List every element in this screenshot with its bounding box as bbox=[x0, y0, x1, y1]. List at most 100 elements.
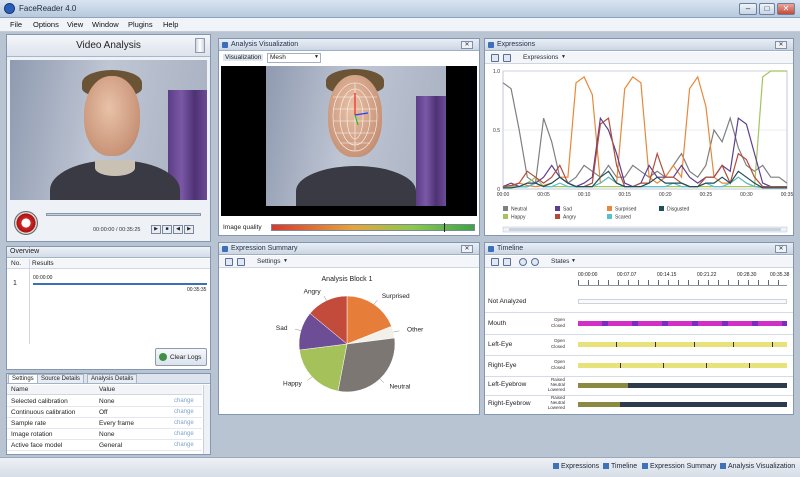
panel-close-icon[interactable]: ✕ bbox=[461, 41, 473, 49]
legend-label: Sad bbox=[563, 207, 572, 213]
setting-name: Image rotation bbox=[11, 431, 53, 438]
menu-help[interactable]: Help bbox=[163, 20, 178, 29]
column-divider bbox=[29, 259, 30, 344]
tab-settings[interactable]: Settings bbox=[8, 374, 38, 383]
x-tick-label: 00:20 bbox=[659, 192, 672, 198]
row-result-bar bbox=[33, 283, 207, 285]
legend-label: Disgusted bbox=[667, 207, 689, 213]
curtain bbox=[416, 96, 446, 206]
settings-dropdown[interactable]: Settings bbox=[257, 258, 281, 265]
status-bar: Expressions Timeline Expression Summary … bbox=[0, 457, 800, 477]
panel-close-icon[interactable]: ✕ bbox=[461, 245, 473, 253]
status-analysis-visualization[interactable]: Analysis Visualization bbox=[720, 463, 795, 470]
change-link[interactable]: change bbox=[174, 431, 194, 437]
track-left-eye bbox=[578, 342, 787, 347]
time-current: 00:00:00 bbox=[93, 227, 115, 233]
timeline-row-left-eye: Left-Eye Open Closed bbox=[485, 335, 793, 355]
maximize-button[interactable]: □ bbox=[759, 3, 775, 15]
export-icon[interactable] bbox=[503, 54, 511, 62]
zoom-out-icon[interactable] bbox=[531, 258, 539, 266]
menu-view[interactable]: View bbox=[67, 20, 83, 29]
seek-slider[interactable] bbox=[46, 213, 201, 216]
settings-panel: Settings Source Details Analysis Details… bbox=[6, 373, 211, 455]
setting-name: Selected calibration bbox=[11, 398, 68, 405]
menu-bar: File Options View Window Plugins Help bbox=[0, 18, 800, 32]
save-icon[interactable] bbox=[491, 258, 499, 266]
y-tick-label: 0.5 bbox=[493, 128, 500, 134]
clear-logs-button[interactable]: Clear Logs bbox=[155, 348, 207, 366]
legend-swatch bbox=[607, 214, 612, 219]
panel-close-icon[interactable]: ✕ bbox=[775, 41, 787, 49]
row-no: 1 bbox=[13, 280, 17, 287]
panel-icon bbox=[222, 246, 228, 252]
status-expression-summary-label: Expression Summary bbox=[650, 463, 717, 470]
chevron-down-icon: ▼ bbox=[561, 54, 566, 60]
tab-analysis-details[interactable]: Analysis Details bbox=[87, 374, 138, 383]
timeline-row-mouth: Mouth Open Closed bbox=[485, 313, 793, 334]
status-expressions-label: Expressions bbox=[561, 463, 600, 470]
tick-label: 00:07.07 bbox=[617, 272, 637, 278]
menu-file[interactable]: File bbox=[10, 20, 22, 29]
menu-plugins[interactable]: Plugins bbox=[128, 20, 153, 29]
step-forward-icon[interactable]: ▶ bbox=[184, 225, 194, 234]
menu-options[interactable]: Options bbox=[33, 20, 59, 29]
zoom-in-icon[interactable] bbox=[519, 258, 527, 266]
legend-swatch bbox=[555, 206, 560, 211]
row-label: Right-Eye bbox=[488, 362, 517, 369]
setting-name: Continuous calibration bbox=[11, 409, 76, 416]
menu-window[interactable]: Window bbox=[92, 20, 119, 29]
save-icon[interactable] bbox=[491, 54, 499, 62]
chevron-down-icon: ▼ bbox=[314, 54, 319, 60]
tick-label: 00:21.22 bbox=[697, 272, 717, 278]
settings-rows: Selected calibration None change Continu… bbox=[7, 396, 202, 454]
timeline-row-left-eyebrow: Left-Eyebrow Raised Neutral Lowered bbox=[485, 377, 793, 395]
change-link[interactable]: change bbox=[174, 442, 194, 448]
status-expression-summary[interactable]: Expression Summary bbox=[642, 463, 717, 470]
overview-columns: No. Results bbox=[7, 259, 210, 269]
play-icon[interactable]: ▶ bbox=[151, 225, 161, 234]
tick-label: 00:28.30 bbox=[737, 272, 757, 278]
timeline-icon bbox=[603, 463, 609, 469]
stop-icon[interactable]: ■ bbox=[162, 225, 172, 234]
mesh-video bbox=[266, 66, 446, 206]
tick-label: 00:35.38 bbox=[770, 272, 790, 278]
close-button[interactable]: ✕ bbox=[777, 3, 795, 15]
row-label: Left-Eyebrow bbox=[488, 381, 527, 388]
export-icon[interactable] bbox=[237, 258, 245, 266]
change-link[interactable]: change bbox=[174, 409, 194, 415]
states-dropdown[interactable]: States bbox=[551, 258, 569, 265]
expressions-dropdown[interactable]: Expressions bbox=[523, 54, 558, 61]
face bbox=[84, 76, 140, 156]
panel-icon bbox=[222, 42, 228, 48]
minimize-button[interactable]: – bbox=[739, 3, 757, 15]
timeline-toolbar: States ▼ bbox=[485, 256, 793, 268]
setting-value: Every frame bbox=[99, 420, 135, 427]
step-back-icon[interactable]: ◀ bbox=[173, 225, 183, 234]
visualization-selector[interactable]: Visualization Mesh ▼ bbox=[221, 53, 321, 63]
tab-source-details[interactable]: Source Details bbox=[37, 374, 85, 383]
panel-close-icon[interactable]: ✕ bbox=[775, 245, 787, 253]
overview-row[interactable]: 1 00:00:00 00:35:35 bbox=[7, 273, 210, 295]
image-quality-label: Image quality bbox=[223, 224, 262, 231]
x-tick-label: 00:30 bbox=[740, 192, 753, 198]
change-link[interactable]: change bbox=[174, 420, 194, 426]
ruler-ticks bbox=[578, 280, 787, 285]
timeline-header: Timeline ✕ bbox=[485, 243, 793, 255]
row-end: 00:35:35 bbox=[187, 287, 207, 293]
change-link[interactable]: change bbox=[174, 398, 194, 404]
tick-label: 00:14.15 bbox=[657, 272, 677, 278]
row-label: Right-Eyebrow bbox=[488, 400, 531, 407]
save-icon[interactable] bbox=[225, 258, 233, 266]
setting-value: Off bbox=[99, 409, 108, 416]
legend-label: Scared bbox=[615, 215, 631, 221]
status-expressions[interactable]: Expressions bbox=[553, 463, 599, 470]
track-not-analyzed bbox=[578, 299, 787, 304]
record-button[interactable] bbox=[14, 211, 38, 235]
settings-columns: Name Value bbox=[7, 385, 202, 395]
settings-scrollbar[interactable] bbox=[203, 385, 210, 454]
status-timeline[interactable]: Timeline bbox=[603, 463, 637, 470]
pie-label: Other bbox=[407, 327, 424, 334]
row-label: Left-Eye bbox=[488, 341, 513, 348]
export-icon[interactable] bbox=[503, 258, 511, 266]
settings-row: Continuous calibration Off change bbox=[7, 407, 202, 418]
